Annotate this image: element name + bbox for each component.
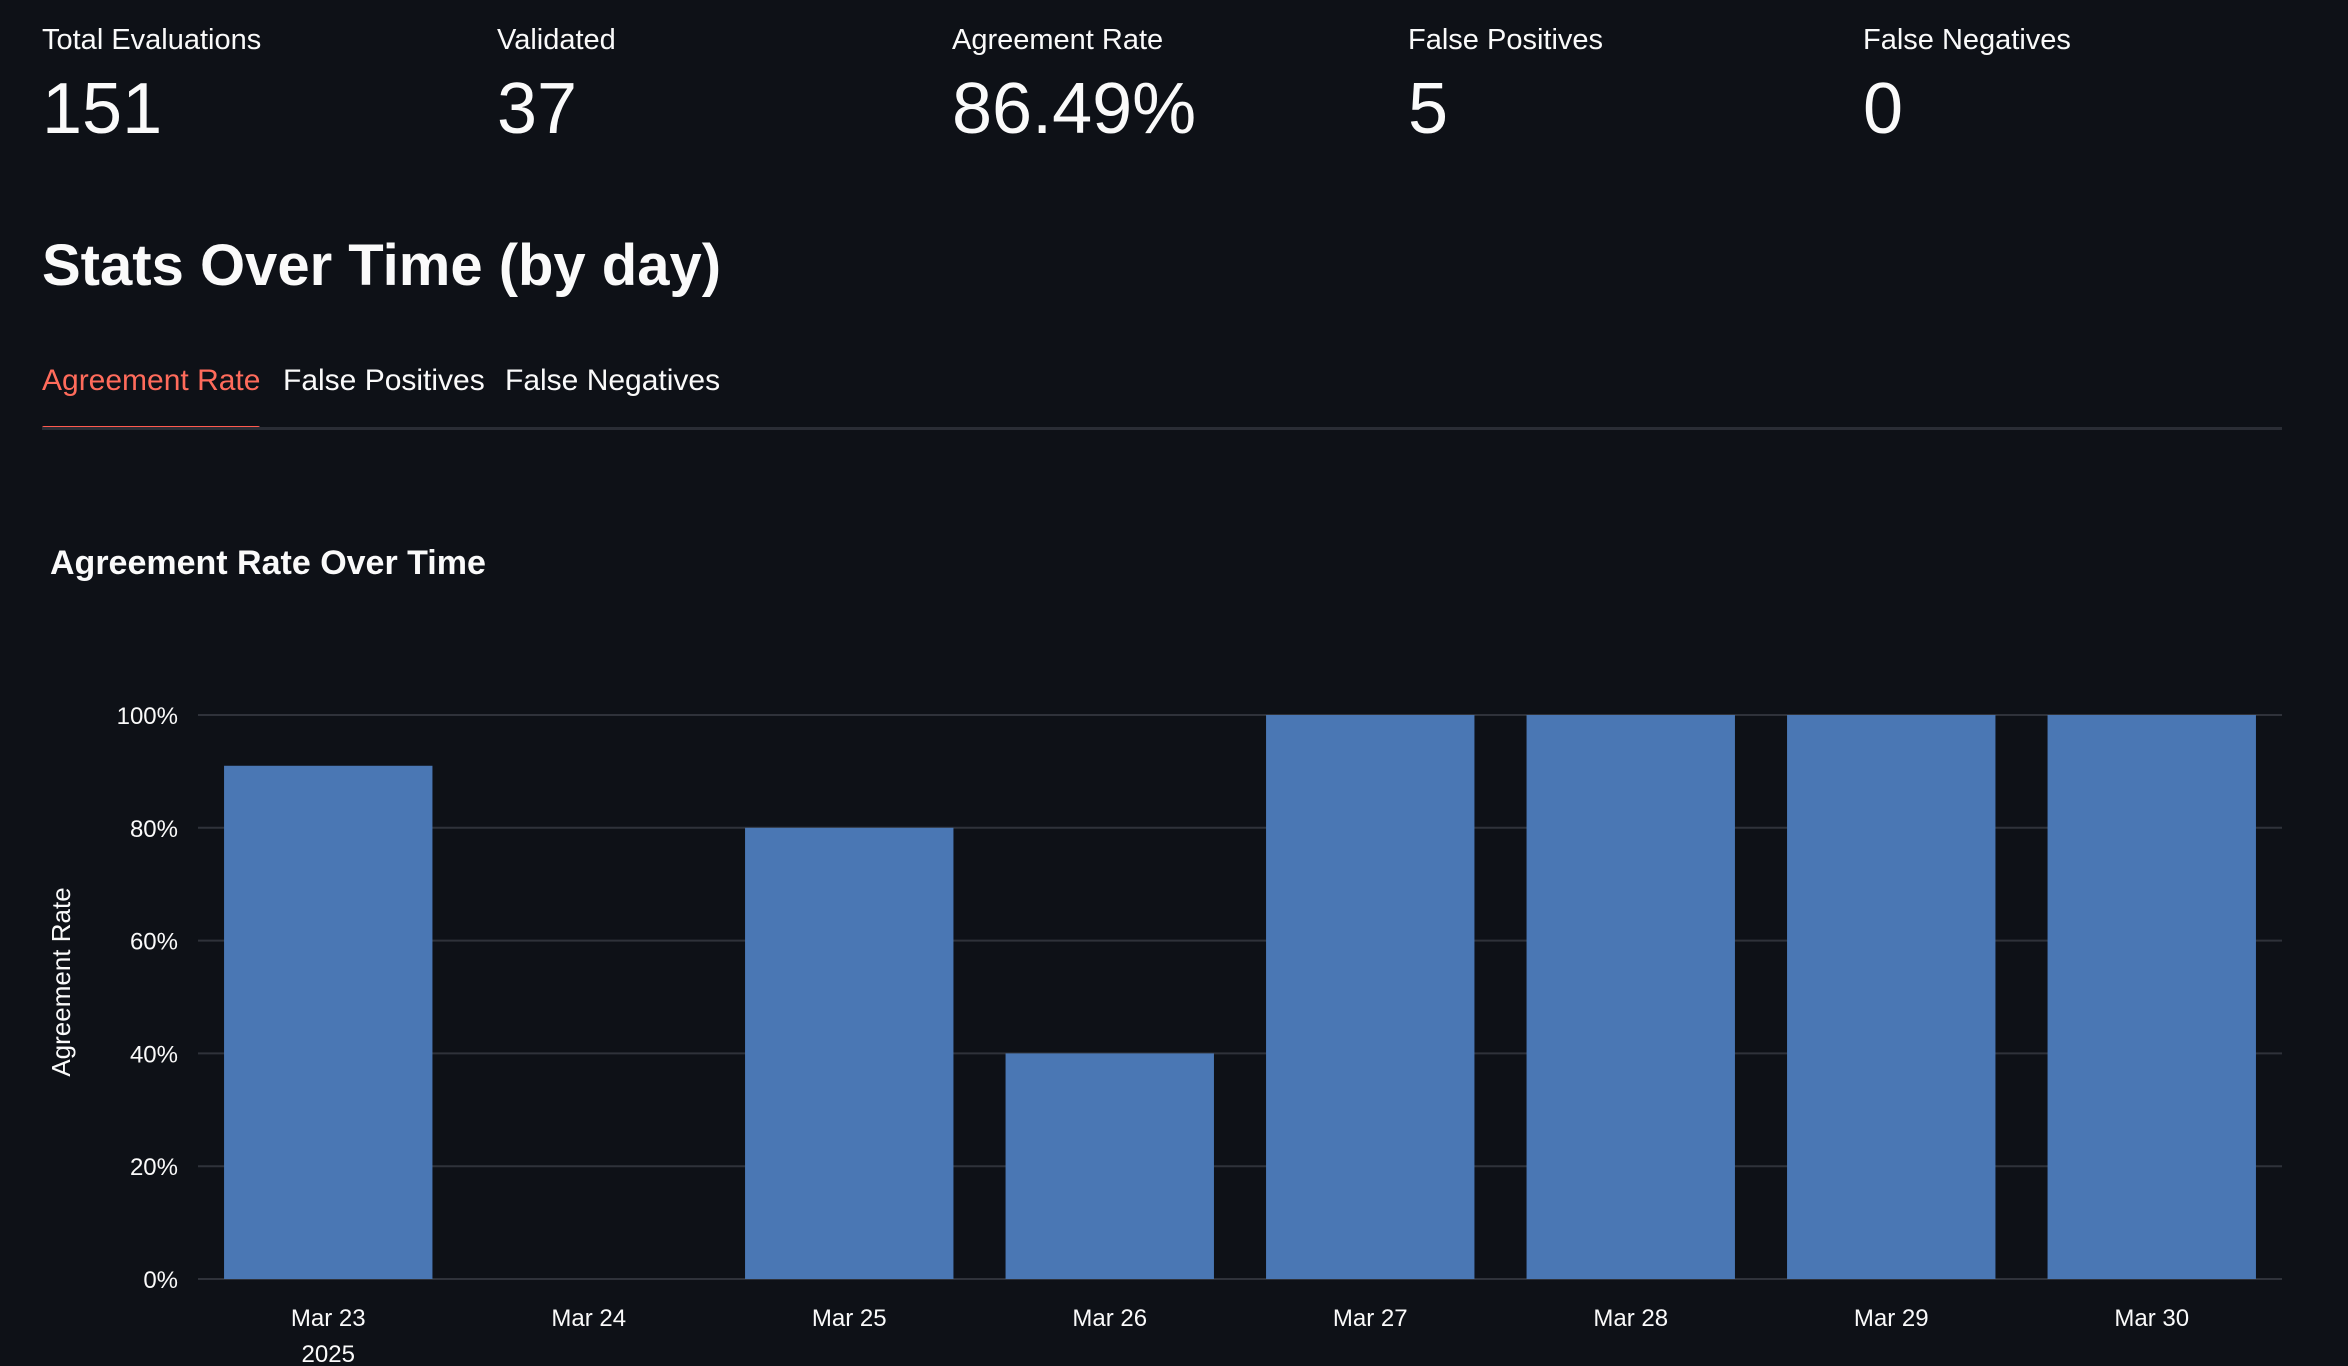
metrics-row: Total Evaluations 151 Validated 37 Agree… (42, 18, 2322, 168)
bar-mar-25[interactable] (745, 827, 954, 1279)
metric-total-evaluations: Total Evaluations 151 (42, 18, 482, 154)
section-title: Stats Over Time (by day) (42, 233, 722, 298)
y-tick-label: 20% (130, 1154, 178, 1181)
x-tick-label: Mar 26 (1072, 1305, 1147, 1332)
y-tick-label: 60% (130, 929, 178, 956)
tabs-divider (42, 427, 2282, 430)
x-tick-label: Mar 23 (291, 1305, 366, 1332)
chart-y-axis-label: Agreement Rate (46, 887, 76, 1076)
metric-label: Agreement Rate (952, 24, 1164, 56)
bar-mar-26[interactable] (1005, 1053, 1214, 1279)
metric-value: 5 (1408, 69, 1449, 149)
bar-mar-27[interactable] (1266, 715, 1475, 1279)
tab-false-negatives[interactable]: False Negatives (505, 352, 720, 430)
metric-value: 151 (42, 69, 163, 149)
tab-agreement-rate[interactable]: Agreement Rate (42, 352, 261, 430)
x-tick-label: Mar 28 (1593, 1305, 1668, 1332)
chart-title: Agreement Rate Over Time (50, 544, 486, 582)
metric-validated: Validated 37 (497, 18, 937, 154)
x-tick-label: Mar 30 (2114, 1305, 2189, 1332)
metric-label: Total Evaluations (42, 24, 262, 56)
metric-agreement-rate: Agreement Rate 86.49% (952, 18, 1392, 154)
x-tick-label: Mar 29 (1854, 1305, 1929, 1332)
metric-false-positives: False Positives 5 (1408, 18, 1848, 154)
metric-value: 37 (497, 69, 578, 149)
x-tick-year-label: 2025 (302, 1341, 355, 1366)
x-tick-label: Mar 25 (812, 1305, 887, 1332)
bar-mar-28[interactable] (1526, 715, 1735, 1279)
dashboard-page: Total Evaluations 151 Validated 37 Agree… (0, 0, 2348, 1366)
y-tick-label: 80% (130, 816, 178, 843)
chart-bars (224, 715, 2256, 1279)
x-tick-label: Mar 24 (551, 1305, 626, 1332)
metric-label: Validated (497, 24, 616, 56)
bar-mar-23[interactable] (224, 765, 433, 1279)
metric-value: 0 (1863, 69, 1904, 149)
metric-value: 86.49% (952, 69, 1197, 149)
tab-false-positives[interactable]: False Positives (283, 352, 485, 430)
y-tick-label: 40% (130, 1041, 178, 1068)
bar-mar-30[interactable] (2047, 715, 2256, 1279)
chart-x-ticks: Mar 23 2025 Mar 24 Mar 25 Mar 26 Mar 27 Mar 28… (291, 1305, 2189, 1366)
x-tick-label: Mar 27 (1333, 1305, 1408, 1332)
y-tick-label: 0% (143, 1267, 178, 1294)
stats-tabs: Agreement Rate False Positives False Neg… (42, 352, 2282, 430)
agreement-rate-bar-chart: 0%20%40%60%80%100% Mar 232025Mar 24 Mar 2… (46, 703, 2282, 1366)
bar-mar-29[interactable] (1787, 715, 1996, 1279)
y-tick-label: 100% (117, 703, 178, 730)
metric-label: False Negatives (1863, 24, 2071, 56)
metric-false-negatives: False Negatives 0 (1863, 18, 2303, 154)
chart-y-ticks: 0% 20% 40% 60% 80% 100% (117, 703, 178, 1294)
metric-label: False Positives (1408, 24, 1604, 56)
